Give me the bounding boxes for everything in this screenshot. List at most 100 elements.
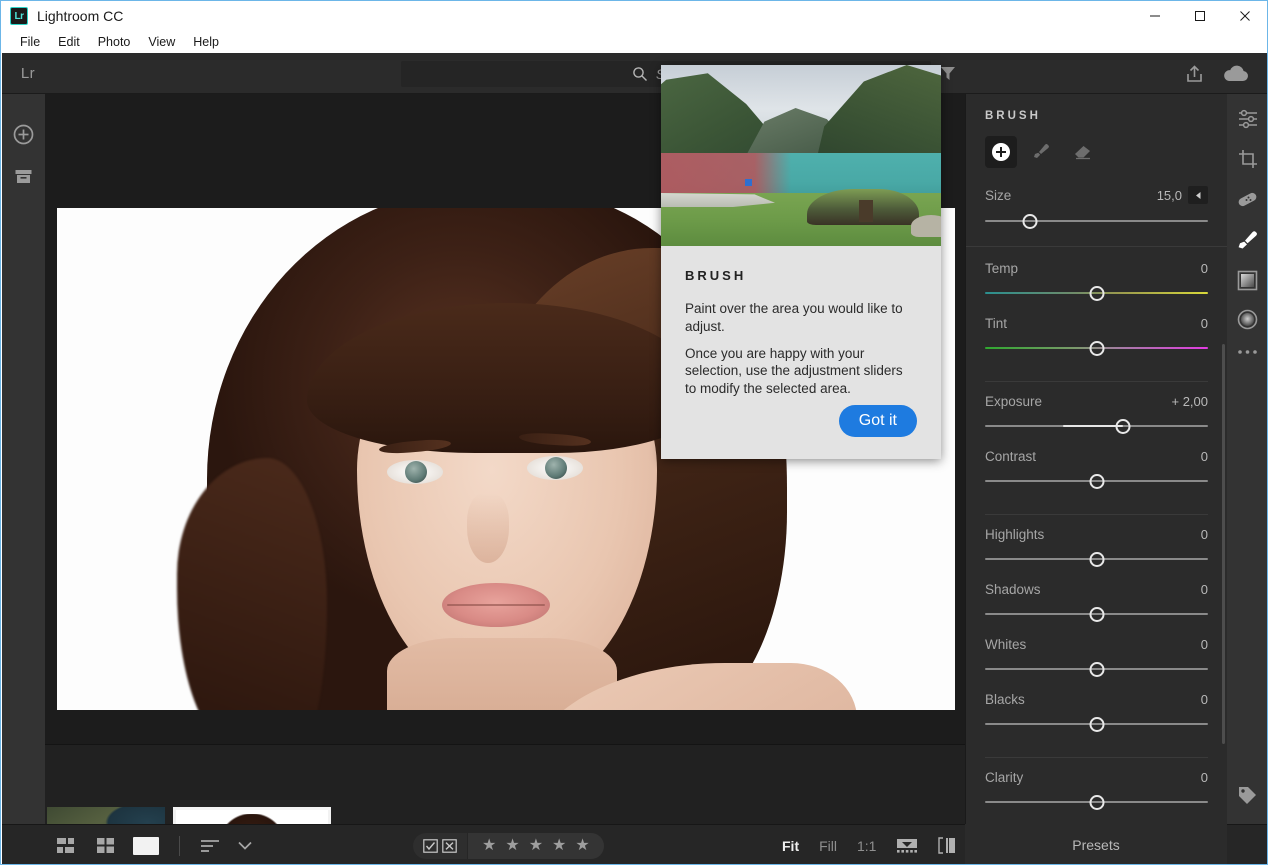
filmstrip-icon[interactable] xyxy=(896,838,918,854)
exposure-control[interactable]: Exposure + 2,00 xyxy=(985,394,1208,437)
filter-icon[interactable] xyxy=(940,66,956,86)
slider-knob[interactable] xyxy=(1089,286,1104,301)
tint-control[interactable]: Tint 0 xyxy=(985,316,1208,359)
maximize-icon[interactable] xyxy=(1177,1,1222,31)
temp-header: Temp 0 xyxy=(985,261,1208,276)
star-5[interactable]: ★ xyxy=(575,838,589,854)
photo-nose xyxy=(467,493,509,563)
square-gradient-icon[interactable] xyxy=(1237,270,1258,291)
blacks-value: 0 xyxy=(1200,692,1208,707)
photo-grid-icon[interactable] xyxy=(57,837,81,855)
top-bar-actions xyxy=(1185,53,1260,94)
brush-add-mode-button[interactable] xyxy=(985,136,1017,168)
plus-circle-icon xyxy=(991,142,1011,162)
cloud-sync-icon[interactable] xyxy=(1222,64,1250,83)
sort-lines-icon[interactable] xyxy=(200,838,222,854)
slider-knob[interactable] xyxy=(1089,795,1104,810)
brush-size-control[interactable]: Size 15,0 xyxy=(985,186,1208,232)
menu-item-edit[interactable]: Edit xyxy=(49,33,89,51)
blacks-header: Blacks 0 xyxy=(985,692,1208,707)
whites-label: Whites xyxy=(985,637,1027,652)
got-it-button[interactable]: Got it xyxy=(838,405,917,437)
star-2[interactable]: ★ xyxy=(505,838,519,854)
highlights-control[interactable]: Highlights 0 xyxy=(985,527,1208,570)
square-grid-icon[interactable] xyxy=(97,837,117,855)
star-3[interactable]: ★ xyxy=(529,838,543,854)
clarity-slider[interactable] xyxy=(985,791,1208,813)
highlights-slider[interactable] xyxy=(985,548,1208,570)
tone-group: Exposure + 2,00 Contrast 0 xyxy=(985,381,1208,514)
minimize-icon[interactable] xyxy=(1132,1,1177,31)
contrast-value: 0 xyxy=(1200,449,1208,464)
star-1[interactable]: ★ xyxy=(482,838,496,854)
zoom-fit-button[interactable]: Fit xyxy=(782,838,799,854)
brush-icon[interactable] xyxy=(1236,229,1259,252)
brush-erase-mode-button[interactable] xyxy=(1065,136,1097,168)
slider-knob[interactable] xyxy=(1115,419,1131,434)
temp-label: Temp xyxy=(985,261,1019,276)
menu-item-photo[interactable]: Photo xyxy=(89,33,140,51)
brush-size-label: Size xyxy=(985,187,1012,203)
exposure-slider[interactable] xyxy=(985,415,1208,437)
white-balance-group: Temp 0 Tint 0 xyxy=(985,261,1208,381)
circle-gradient-icon[interactable] xyxy=(1237,309,1258,330)
sliders-icon[interactable] xyxy=(1237,108,1259,130)
split-view-icon[interactable] xyxy=(938,837,956,854)
slider-knob[interactable] xyxy=(1089,607,1104,622)
tint-header: Tint 0 xyxy=(985,316,1208,331)
contrast-control[interactable]: Contrast 0 xyxy=(985,449,1208,492)
window-controls xyxy=(1132,1,1267,31)
panel-scrollbar[interactable] xyxy=(1222,344,1225,744)
triangle-left-icon[interactable] xyxy=(1188,186,1208,204)
exposure-header: Exposure + 2,00 xyxy=(985,394,1208,409)
brush-size-slider[interactable] xyxy=(985,210,1208,232)
star-rating[interactable]: ★ ★ ★ ★ ★ xyxy=(467,833,604,859)
flag-group xyxy=(413,833,467,859)
archive-box-icon[interactable] xyxy=(14,167,33,186)
chevron-down-icon[interactable] xyxy=(238,841,252,850)
tag-icon[interactable] xyxy=(1237,785,1258,806)
temp-control[interactable]: Temp 0 xyxy=(985,261,1208,304)
contrast-slider[interactable] xyxy=(985,470,1208,492)
shadows-slider[interactable] xyxy=(985,603,1208,625)
shadows-control[interactable]: Shadows 0 xyxy=(985,582,1208,625)
slider-knob[interactable] xyxy=(1089,552,1104,567)
menu-item-help[interactable]: Help xyxy=(184,33,228,51)
clarity-control[interactable]: Clarity 0 xyxy=(985,770,1208,813)
lightroom-window: Lr Lightroom CC File Edit Photo View Hel… xyxy=(0,0,1268,865)
flag-check-icon[interactable] xyxy=(423,839,438,853)
bandage-icon[interactable] xyxy=(1236,188,1259,211)
blacks-control[interactable]: Blacks 0 xyxy=(985,692,1208,735)
window-title: Lightroom CC xyxy=(37,8,124,24)
close-icon[interactable] xyxy=(1222,1,1267,31)
slider-knob[interactable] xyxy=(1089,662,1104,677)
ellipsis-icon[interactable] xyxy=(1237,348,1258,356)
photo-lip-line xyxy=(447,604,545,606)
slider-knob[interactable] xyxy=(1089,717,1104,732)
menu-item-view[interactable]: View xyxy=(139,33,184,51)
flag-x-icon[interactable] xyxy=(442,839,457,853)
temp-slider[interactable] xyxy=(985,282,1208,304)
presets-button[interactable]: Presets xyxy=(965,824,1227,864)
menu-item-file[interactable]: File xyxy=(11,33,49,51)
whites-slider[interactable] xyxy=(985,658,1208,680)
whites-control[interactable]: Whites 0 xyxy=(985,637,1208,680)
slider-knob[interactable] xyxy=(1089,341,1104,356)
crop-icon[interactable] xyxy=(1237,148,1259,170)
zoom-fill-button[interactable]: Fill xyxy=(819,838,837,854)
whites-value: 0 xyxy=(1200,637,1208,652)
slider-knob[interactable] xyxy=(1089,474,1104,489)
zoom-1to1-button[interactable]: 1:1 xyxy=(857,838,876,854)
view-mode-group xyxy=(57,825,252,864)
whites-header: Whites 0 xyxy=(985,637,1208,652)
single-photo-icon[interactable] xyxy=(133,836,159,855)
blacks-slider[interactable] xyxy=(985,713,1208,735)
search-icon xyxy=(632,66,648,82)
coach-rock xyxy=(911,215,941,237)
share-icon[interactable] xyxy=(1185,64,1204,83)
tint-slider[interactable] xyxy=(985,337,1208,359)
star-4[interactable]: ★ xyxy=(552,838,566,854)
brush-paint-mode-button[interactable] xyxy=(1025,136,1057,168)
plus-circle-icon[interactable] xyxy=(13,124,34,145)
slider-knob[interactable] xyxy=(1022,214,1038,229)
